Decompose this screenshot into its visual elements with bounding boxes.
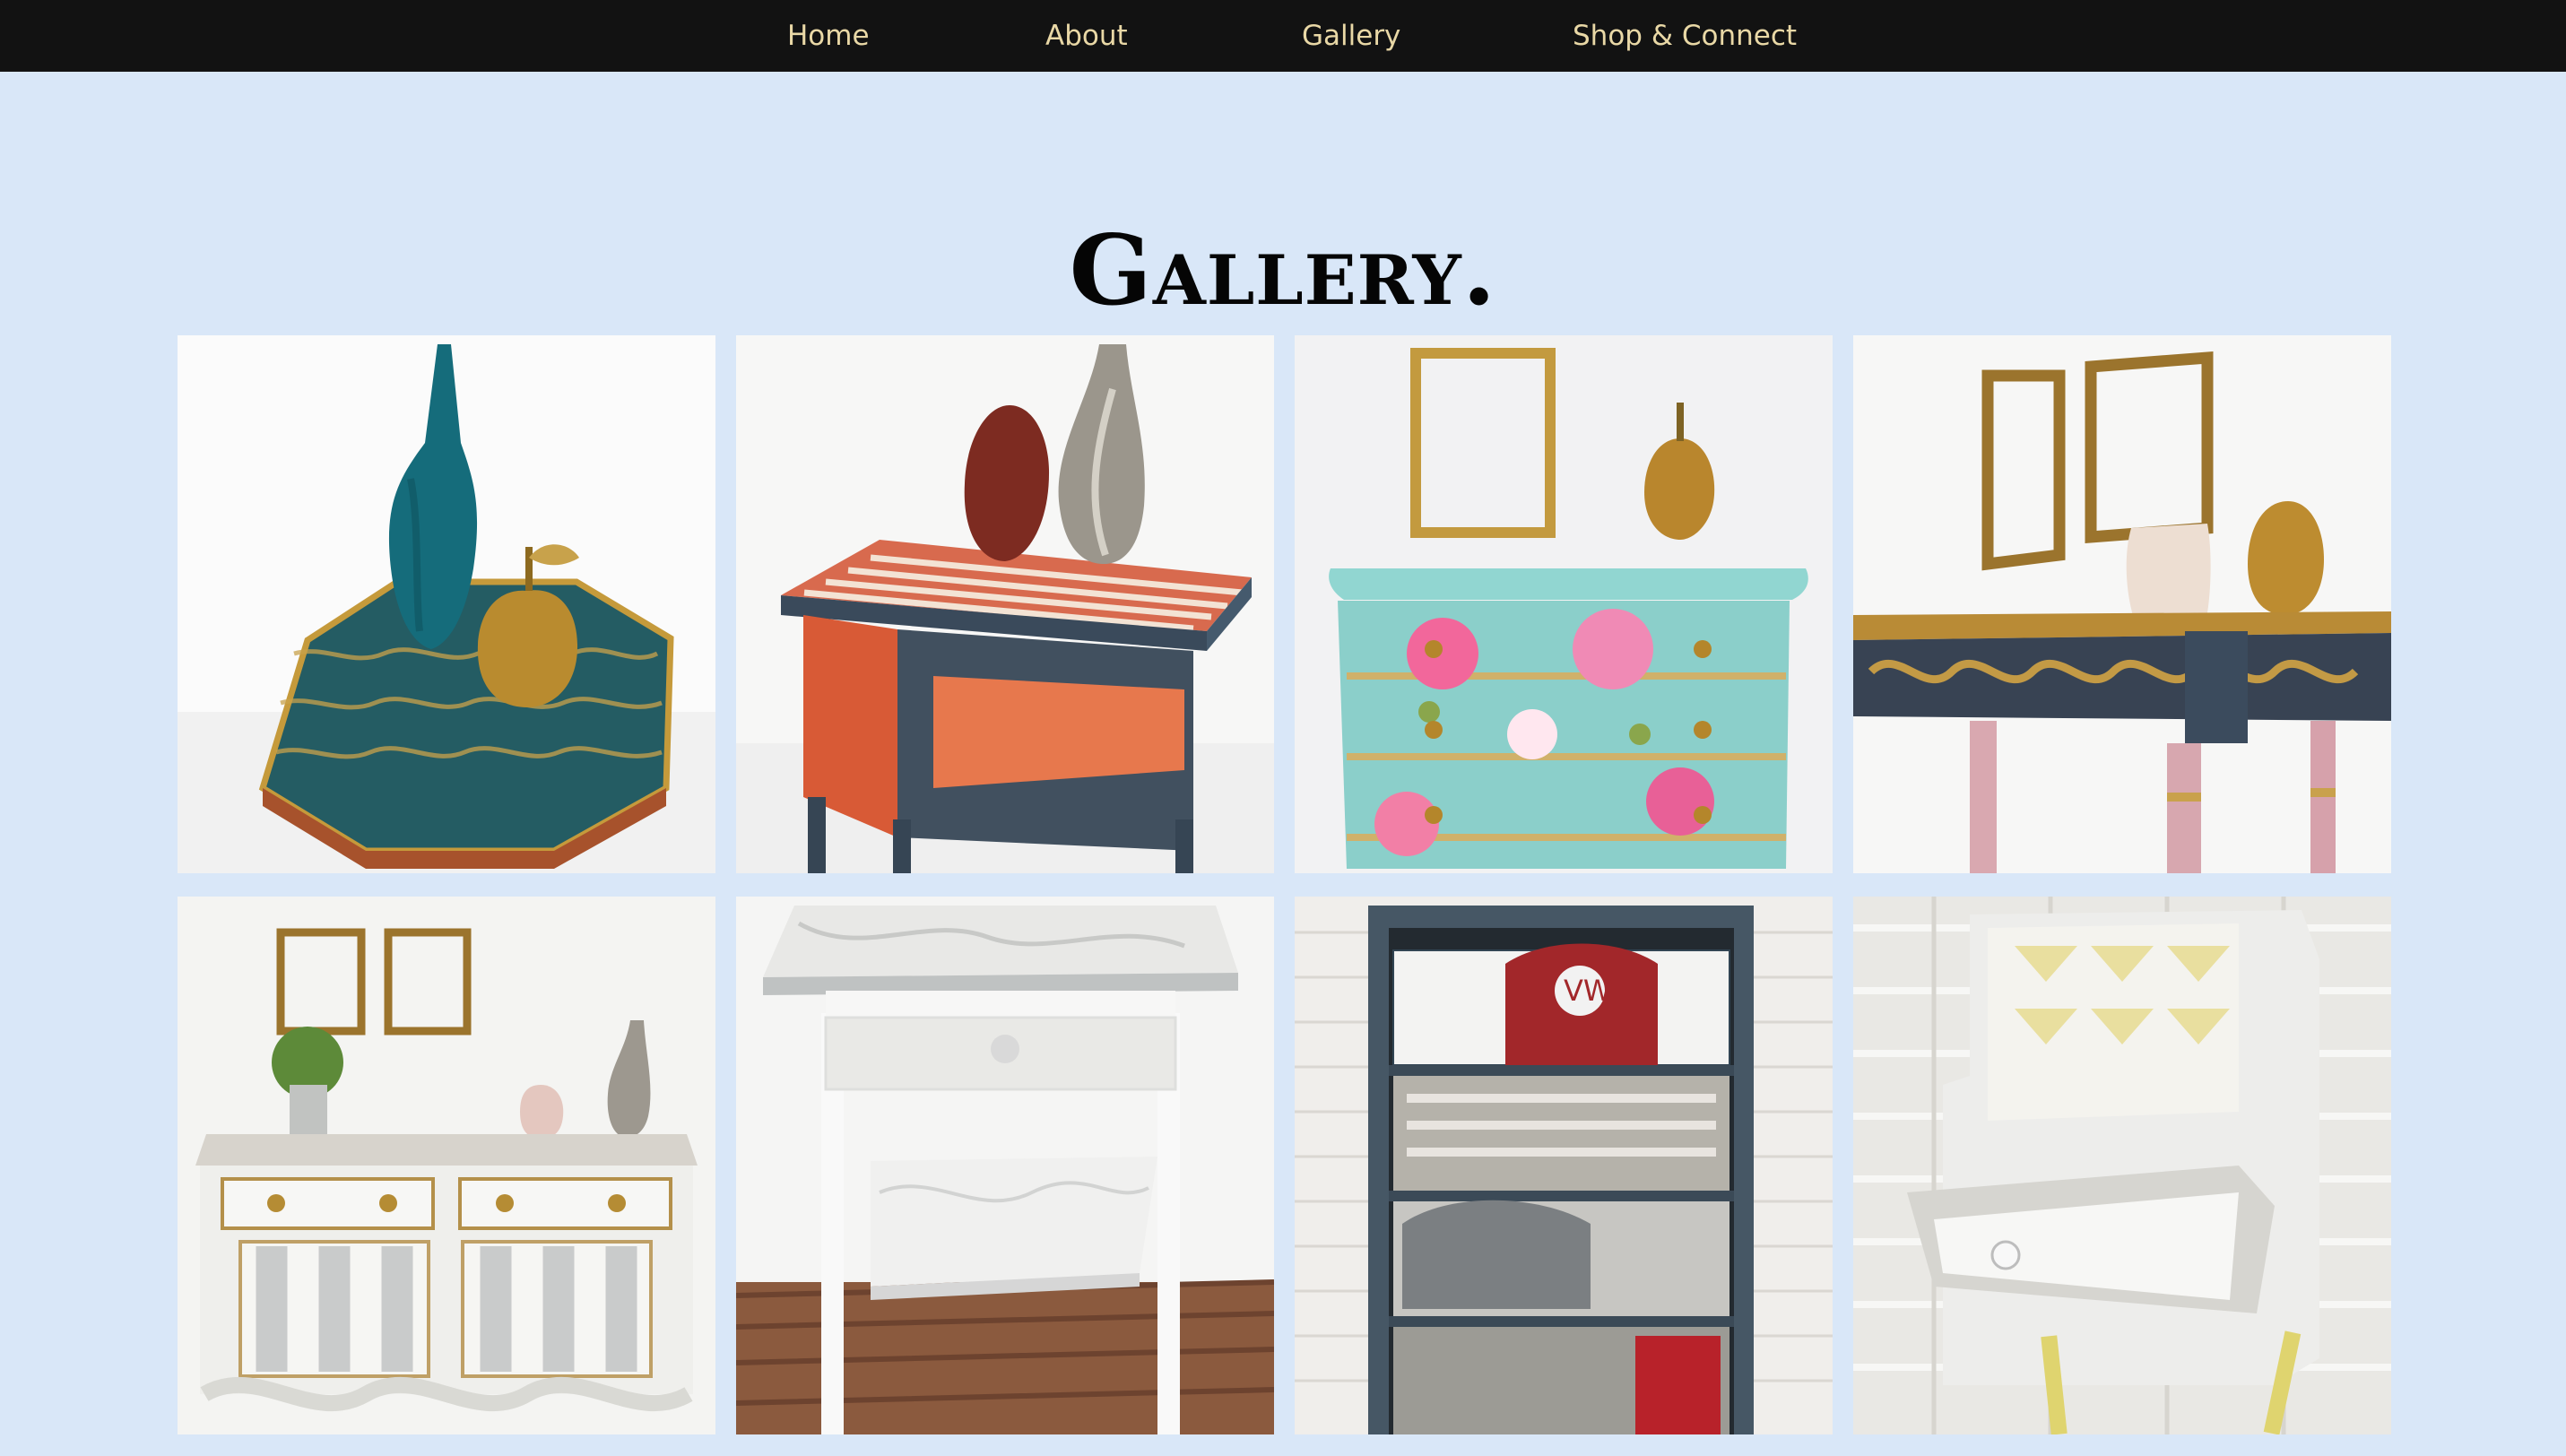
gallery-item-floral-aqua-drawers[interactable] xyxy=(1295,335,1833,873)
gallery-item-cream-shelf-nightstand[interactable] xyxy=(1853,897,2391,1434)
marble-nightstand-photo xyxy=(736,897,1274,1434)
white-sideboard-photo xyxy=(178,897,715,1434)
nav-shop-connect-link[interactable]: Shop & Connect xyxy=(1573,0,1797,72)
striped-side-table-photo xyxy=(736,335,1274,873)
gallery-item-white-sideboard[interactable] xyxy=(178,897,715,1434)
nav-gallery-link[interactable]: Gallery xyxy=(1302,0,1400,72)
top-navigation-bar: Home About Gallery Shop & Connect xyxy=(0,0,2566,72)
gallery-item-octagonal-teal-table[interactable] xyxy=(178,335,715,873)
page-title: Gallery. xyxy=(1069,214,1497,328)
svg-text:VW: VW xyxy=(1564,974,1612,1008)
nav-about-link[interactable]: About xyxy=(1045,0,1128,72)
floral-drawers-photo xyxy=(1295,335,1833,873)
gallery-item-marble-top-nightstand[interactable] xyxy=(736,897,1274,1434)
console-table-photo xyxy=(1853,335,2391,873)
octagonal-table-photo xyxy=(178,335,715,873)
gallery-item-striped-orange-side-table[interactable] xyxy=(736,335,1274,873)
gallery-item-console-table-trellis[interactable] xyxy=(1853,335,2391,873)
cream-nightstand-photo xyxy=(1853,897,2391,1434)
vw-bookcase-photo: VW xyxy=(1295,897,1833,1434)
gallery-item-vw-bookcase[interactable]: VW xyxy=(1295,897,1833,1434)
nav-home-link[interactable]: Home xyxy=(787,0,870,72)
